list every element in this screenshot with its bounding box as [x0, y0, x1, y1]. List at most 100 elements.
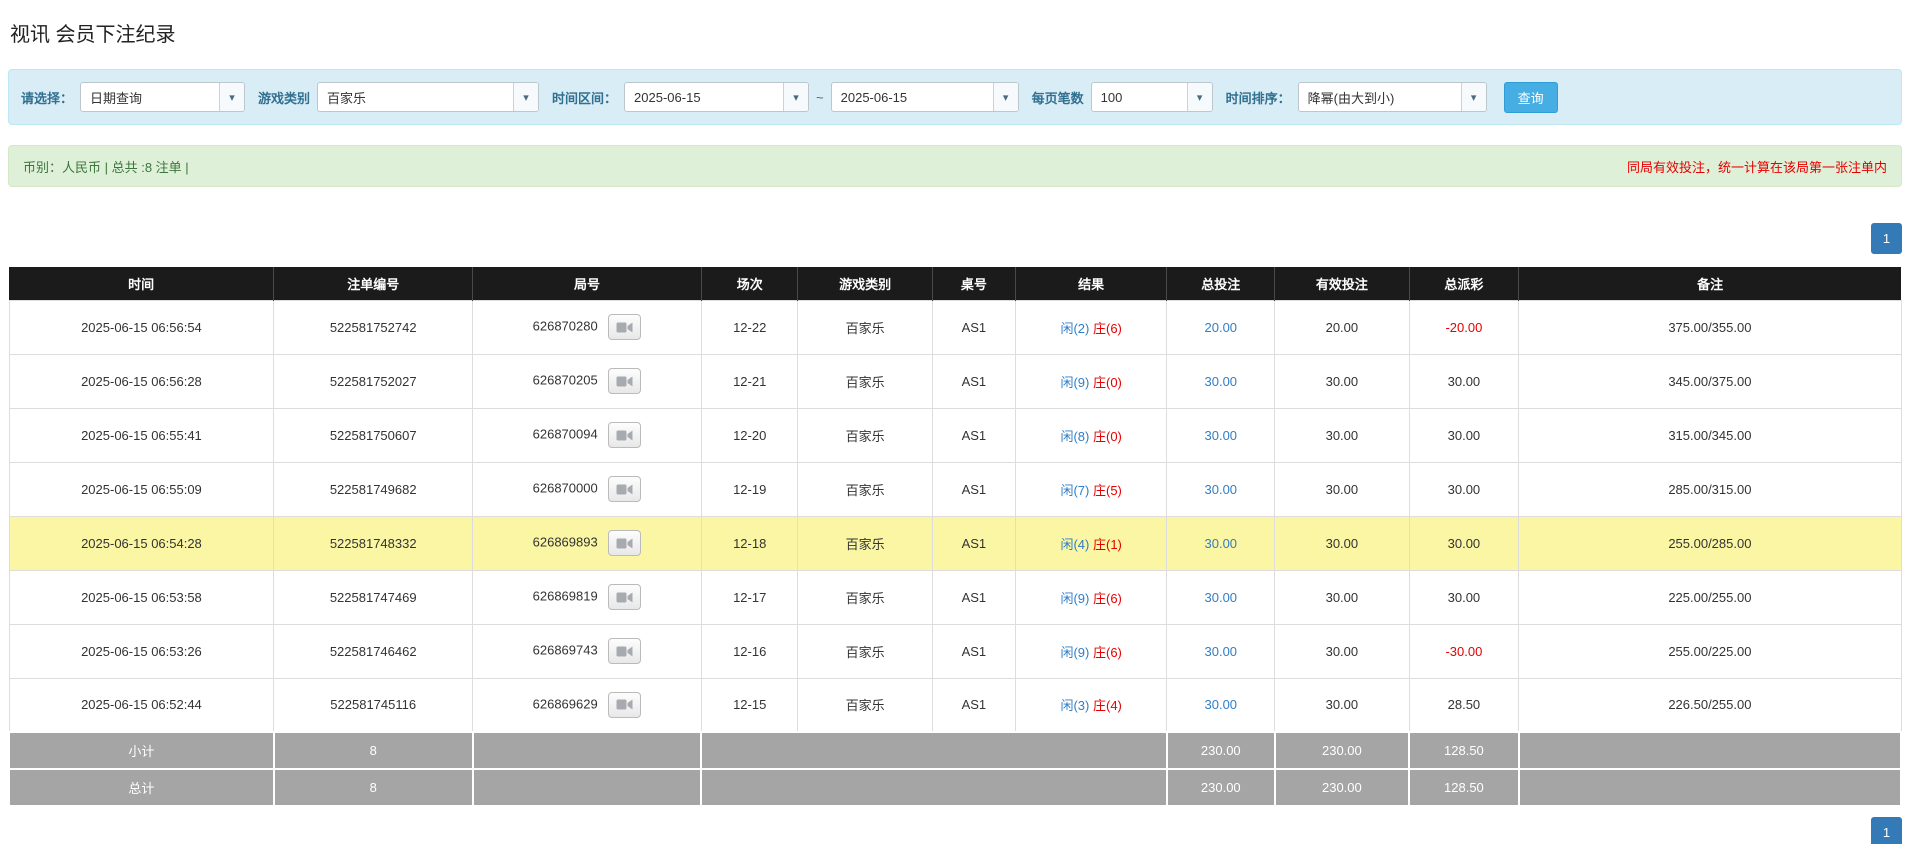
- time-sort-label: 时间排序：: [1226, 88, 1291, 107]
- result-player: 闲(9): [1060, 645, 1089, 660]
- page-1-button[interactable]: 1: [1871, 817, 1902, 844]
- result-player: 闲(9): [1060, 591, 1089, 606]
- cell-game-type: 百家乐: [798, 354, 932, 408]
- subtotal-row: 小计 8 230.00 230.00 128.50: [9, 732, 1901, 769]
- result-banker: 庄(5): [1093, 483, 1122, 498]
- chevron-down-icon[interactable]: ▾: [783, 83, 808, 111]
- subtotal-payout: 128.50: [1409, 732, 1519, 769]
- chevron-down-icon[interactable]: ▾: [993, 83, 1018, 111]
- total-bet-link[interactable]: 20.00: [1205, 320, 1238, 335]
- cell-total-bet: 30.00: [1167, 354, 1275, 408]
- video-camera-icon: [616, 537, 633, 550]
- query-type-select[interactable]: 日期查询 ▾: [80, 82, 245, 112]
- video-replay-button[interactable]: [608, 422, 641, 448]
- video-replay-button[interactable]: [608, 638, 641, 664]
- cell-table-no: AS1: [932, 300, 1015, 354]
- subtotal-empty-middle: [701, 732, 1166, 769]
- total-bet-link[interactable]: 30.00: [1205, 697, 1238, 712]
- table-footer: 小计 8 230.00 230.00 128.50 总计 8 230.00 23…: [9, 732, 1901, 806]
- round-number: 626870205: [533, 372, 598, 387]
- cell-game-type: 百家乐: [798, 516, 932, 570]
- table-row: 2025-06-15 06:55:41 522581750607 6268700…: [9, 408, 1901, 462]
- cell-session: 12-16: [701, 624, 797, 678]
- chevron-down-icon[interactable]: ▾: [1461, 83, 1486, 111]
- cell-bet-id: 522581752027: [274, 354, 473, 408]
- cell-time: 2025-06-15 06:55:09: [9, 462, 274, 516]
- game-type-label: 游戏类别: [258, 88, 310, 107]
- cell-payout: 30.00: [1409, 516, 1519, 570]
- subtotal-valid-bet: 230.00: [1275, 732, 1409, 769]
- total-bet-link[interactable]: 30.00: [1205, 644, 1238, 659]
- date-from-select[interactable]: 2025-06-15 ▾: [624, 82, 809, 112]
- bets-table: 时间 注单编号 局号 场次 游戏类别 桌号 结果 总投注 有效投注 总派彩 备注…: [8, 267, 1902, 807]
- result-player: 闲(4): [1060, 537, 1089, 552]
- pagination-bottom: 1: [8, 817, 1902, 844]
- col-valid-bet: 有效投注: [1275, 267, 1409, 300]
- settlement-notice: 同局有效投注，统一计算在该局第一张注单内: [1627, 157, 1887, 176]
- currency-summary: 币别：人民币 | 总共 :8 注单 |: [23, 157, 189, 176]
- video-replay-button[interactable]: [608, 692, 641, 718]
- chevron-down-icon[interactable]: ▾: [513, 83, 538, 111]
- date-to-select[interactable]: 2025-06-15 ▾: [831, 82, 1019, 112]
- grand-total-row: 总计 8 230.00 230.00 128.50: [9, 769, 1901, 806]
- cell-valid-bet: 30.00: [1275, 570, 1409, 624]
- cell-valid-bet: 30.00: [1275, 354, 1409, 408]
- round-number: 626869743: [533, 642, 598, 657]
- cell-remark: 345.00/375.00: [1519, 354, 1901, 408]
- video-replay-button[interactable]: [608, 368, 641, 394]
- cell-time: 2025-06-15 06:56:54: [9, 300, 274, 354]
- video-replay-button[interactable]: [608, 476, 641, 502]
- total-bet-link[interactable]: 30.00: [1205, 482, 1238, 497]
- page-size-select[interactable]: 100 ▾: [1091, 82, 1213, 112]
- grand-total-empty-round: [473, 769, 702, 806]
- cell-session: 12-21: [701, 354, 797, 408]
- video-replay-button[interactable]: [608, 584, 641, 610]
- total-bet-link[interactable]: 30.00: [1205, 428, 1238, 443]
- col-round: 局号: [473, 267, 702, 300]
- col-result: 结果: [1016, 267, 1167, 300]
- grand-total-label: 总计: [9, 769, 274, 806]
- cell-result: 闲(9) 庄(6): [1016, 624, 1167, 678]
- cell-valid-bet: 30.00: [1275, 516, 1409, 570]
- grand-total-valid-bet: 230.00: [1275, 769, 1409, 806]
- date-range-group: 时间区间： 2025-06-15 ▾ ~ 2025-06-15 ▾: [552, 82, 1019, 112]
- col-payout: 总派彩: [1409, 267, 1519, 300]
- search-button[interactable]: 查询: [1504, 82, 1558, 113]
- time-sort-select[interactable]: 降幂(由大到小) ▾: [1298, 82, 1487, 112]
- total-bet-link[interactable]: 30.00: [1205, 590, 1238, 605]
- video-replay-button[interactable]: [608, 530, 641, 556]
- cell-time: 2025-06-15 06:53:26: [9, 624, 274, 678]
- cell-total-bet: 20.00: [1167, 300, 1275, 354]
- game-type-select[interactable]: 百家乐 ▾: [317, 82, 539, 112]
- round-number: 626870280: [533, 318, 598, 333]
- subtotal-label: 小计: [9, 732, 274, 769]
- cell-table-no: AS1: [932, 678, 1015, 732]
- cell-game-type: 百家乐: [798, 300, 932, 354]
- subtotal-total-bet: 230.00: [1167, 732, 1275, 769]
- cell-payout: 30.00: [1409, 570, 1519, 624]
- video-replay-button[interactable]: [608, 314, 641, 340]
- page-1-button[interactable]: 1: [1871, 223, 1902, 254]
- cell-game-type: 百家乐: [798, 624, 932, 678]
- chevron-down-icon[interactable]: ▾: [219, 83, 244, 111]
- video-camera-icon: [616, 645, 633, 658]
- date-range-label: 时间区间：: [552, 88, 617, 107]
- cell-time: 2025-06-15 06:52:44: [9, 678, 274, 732]
- total-bet-link[interactable]: 30.00: [1205, 374, 1238, 389]
- chevron-down-icon[interactable]: ▾: [1187, 83, 1212, 111]
- col-game-type: 游戏类别: [798, 267, 932, 300]
- cell-bet-id: 522581752742: [274, 300, 473, 354]
- video-camera-icon: [616, 483, 633, 496]
- cell-bet-id: 522581748332: [274, 516, 473, 570]
- game-type-value: 百家乐: [318, 83, 513, 111]
- cell-bet-id: 522581746462: [274, 624, 473, 678]
- cell-valid-bet: 30.00: [1275, 678, 1409, 732]
- subtotal-empty-remark: [1519, 732, 1901, 769]
- total-bet-link[interactable]: 30.00: [1205, 536, 1238, 551]
- round-number: 626869629: [533, 696, 598, 711]
- cell-total-bet: 30.00: [1167, 570, 1275, 624]
- grand-total-count: 8: [274, 769, 473, 806]
- page: 视讯 会员下注纪录 请选择： 日期查询 ▾ 游戏类别 百家乐 ▾ 时间区间： 2…: [0, 0, 1910, 844]
- cell-game-type: 百家乐: [798, 462, 932, 516]
- grand-total-empty-middle: [701, 769, 1166, 806]
